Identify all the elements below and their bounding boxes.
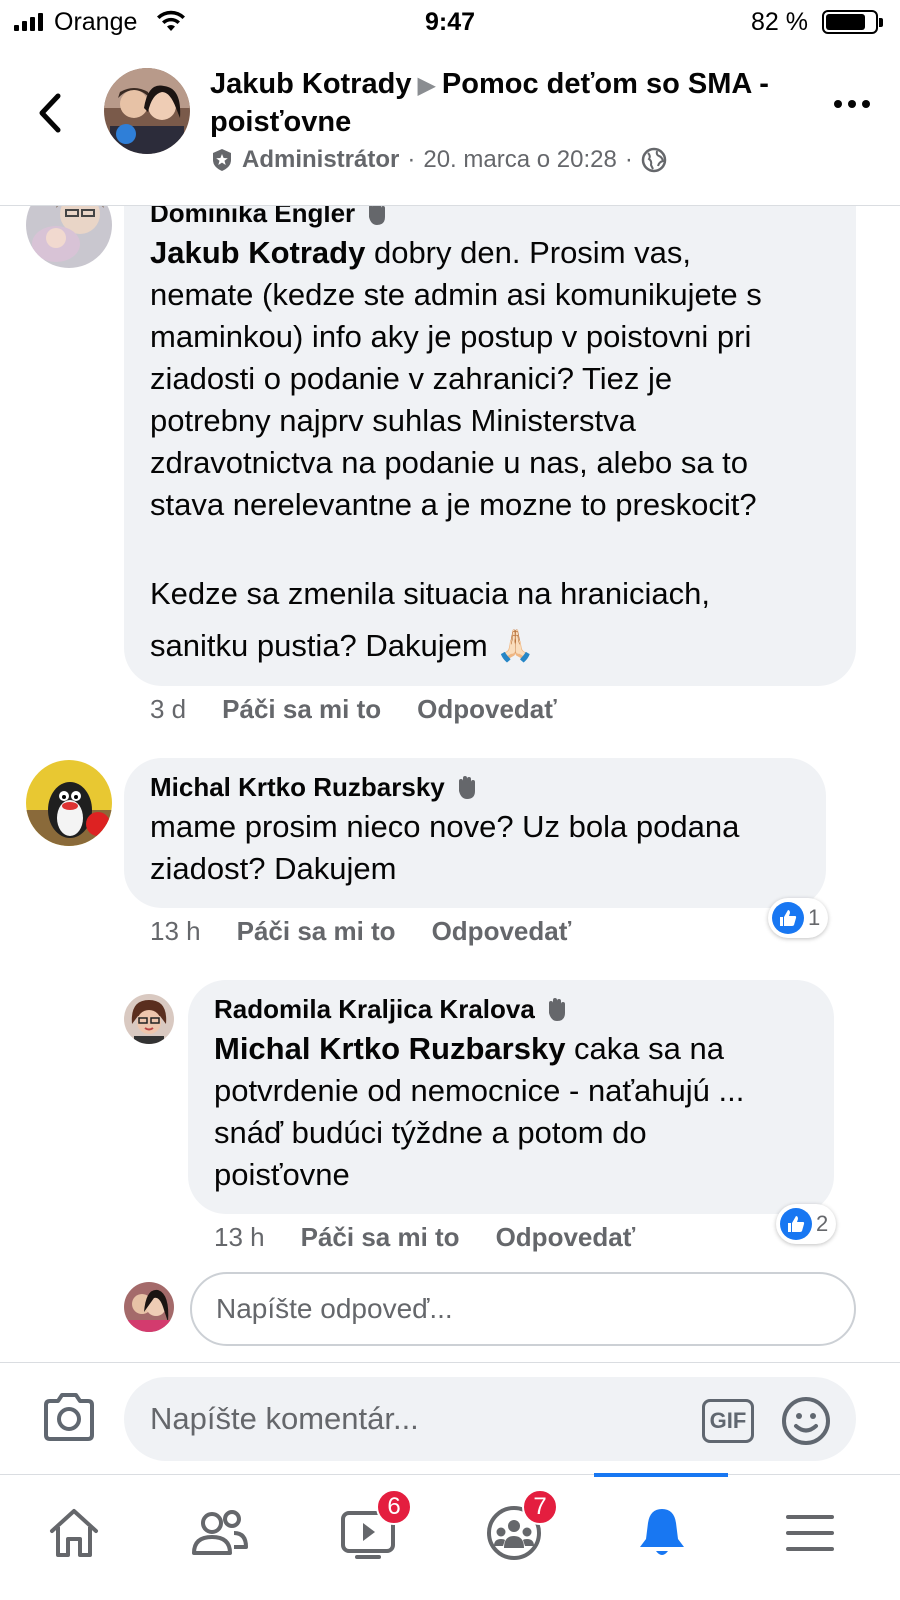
globe-icon — [641, 147, 667, 173]
comment-actions: 13 h Páči sa mi to Odpovedať — [150, 916, 571, 947]
battery-icon — [822, 10, 883, 34]
post-date: 20. marca o 20:28 — [423, 146, 617, 173]
camera-button[interactable] — [42, 1393, 96, 1446]
author-name-link[interactable]: Jakub Kotrady — [210, 68, 411, 100]
back-button[interactable] — [30, 88, 70, 138]
reply-button[interactable]: Odpovedať — [432, 916, 572, 947]
avatar[interactable] — [124, 994, 174, 1044]
post-meta: Administrátor · 20. marca o 20:28 · — [210, 146, 667, 174]
tab-bar: 6 7 — [0, 1473, 900, 1600]
menu-icon — [786, 1515, 834, 1551]
like-button[interactable]: Páči sa mi to — [301, 1222, 460, 1253]
post-header: Jakub Kotrady ▶ Pomoc deťom so SMA - poisť… — [0, 44, 900, 206]
tab-home[interactable] — [34, 1493, 114, 1573]
comment-author-name[interactable]: Radomila Kraljica Kralova — [214, 994, 535, 1024]
bell-icon — [640, 1509, 684, 1555]
reply-button[interactable]: Odpovedať — [417, 694, 557, 725]
gif-button[interactable]: GIF — [702, 1399, 754, 1443]
more-options-button[interactable] — [834, 100, 870, 108]
thumbs-up-icon — [780, 1208, 812, 1240]
author-avatar[interactable] — [104, 68, 190, 154]
reply-button[interactable]: Odpovedať — [496, 1222, 636, 1253]
home-icon — [50, 1509, 98, 1557]
reaction-count: 1 — [808, 905, 821, 930]
camera-icon — [44, 1393, 94, 1441]
reply-bubble: Radomila Kraljica Kralova Michal Krtko R… — [188, 980, 834, 1214]
comment-author[interactable]: Michal Krtko Ruzbarsky — [150, 772, 800, 802]
comment-text: Jakub Kotrady dobry den. Prosim vas, nem… — [150, 235, 762, 522]
pray-emoji-icon: 🙏🏻 — [496, 628, 535, 663]
comment-time: 13 h — [214, 1222, 265, 1252]
comment-text-paragraph: Kedze sa zmenila situacia na hraniciach,… — [150, 576, 711, 663]
mention-link[interactable]: Jakub Kotrady — [150, 235, 365, 270]
comment-time: 3 d — [150, 694, 187, 724]
emoji-button[interactable] — [780, 1395, 832, 1452]
current-user-avatar — [124, 1282, 174, 1332]
friends-icon — [192, 1510, 248, 1555]
post-title: Jakub Kotrady ▶ Pomoc deťom so SMA - poisť… — [210, 66, 800, 140]
comment-actions: 13 h Páči sa mi to Odpovedať — [214, 1222, 635, 1253]
reply-input[interactable]: Napíšte odpoveď... — [190, 1272, 856, 1346]
more-dots-icon — [834, 100, 842, 108]
tab-groups[interactable]: 7 — [474, 1489, 558, 1573]
chevron-left-icon — [39, 93, 61, 133]
comment-author[interactable]: Radomila Kraljica Kralova — [214, 994, 808, 1024]
reaction-summary[interactable]: 2 — [776, 1204, 837, 1244]
meta-separator: · — [407, 146, 416, 173]
author-role: Administrátor — [242, 146, 400, 173]
comment-text: mame prosim nieco nove? Uz bola podana z… — [150, 809, 740, 886]
thumbs-up-icon — [772, 902, 804, 934]
notification-badge: 7 — [522, 1489, 558, 1525]
mention-link[interactable]: Michal Krtko Ruzbarsky — [214, 1031, 565, 1066]
comment-time: 13 h — [150, 916, 201, 946]
battery-percentage: 82 % — [751, 8, 808, 36]
comment-text: Michal Krtko Ruzbarsky caka sa na potvrd… — [214, 1031, 745, 1192]
like-button[interactable]: Páči sa mi to — [237, 916, 396, 947]
avatar[interactable] — [26, 760, 112, 846]
smiley-icon — [782, 1397, 830, 1445]
admin-badge-icon — [213, 149, 231, 171]
triangle-right-icon: ▶ — [417, 72, 436, 99]
meta-separator: · — [624, 146, 633, 173]
reaction-count: 2 — [816, 1211, 829, 1236]
notification-badge: 6 — [376, 1489, 412, 1525]
like-button[interactable]: Páči sa mi to — [222, 694, 381, 725]
comment-bubble: Dominika Engler Jakub Kotrady dobry den.… — [124, 190, 856, 686]
comment-author-name[interactable]: Michal Krtko Ruzbarsky — [150, 772, 445, 802]
reaction-summary[interactable]: 1 — [768, 898, 829, 938]
wave-hand-icon — [458, 776, 475, 799]
tab-notifications[interactable] — [622, 1493, 702, 1573]
comment-actions: 3 d Páči sa mi to Odpovedať — [150, 694, 557, 725]
comment-bubble: Michal Krtko Ruzbarsky mame prosim nieco… — [124, 758, 826, 908]
tab-watch[interactable]: 6 — [328, 1489, 412, 1573]
status-bar: Orange 9:47 82 % — [0, 0, 900, 44]
tab-menu[interactable] — [770, 1493, 850, 1573]
active-tab-indicator — [594, 1473, 728, 1477]
comment-composer: Napíšte komentár... GIF — [0, 1362, 900, 1474]
tab-friends[interactable] — [180, 1493, 260, 1573]
wave-hand-icon — [548, 998, 565, 1021]
